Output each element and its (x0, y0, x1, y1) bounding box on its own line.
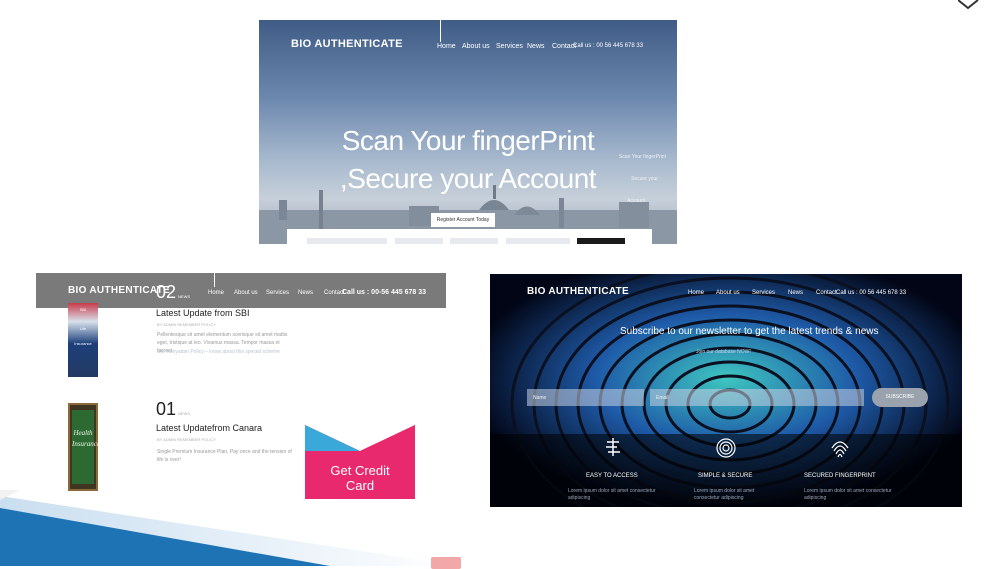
hero-brand[interactable]: BIO AUTHENTICATE (291, 38, 403, 50)
news-contact-phone: Call us : 00-56 445 678 33 (342, 289, 427, 296)
hero-nav-services[interactable]: Services (496, 43, 523, 50)
news-item-title[interactable]: Latest Updatefrom Canara (156, 423, 262, 433)
hero-nav-home[interactable]: Home (437, 43, 456, 50)
slide-number-marker (431, 557, 461, 569)
hero-search-button[interactable] (577, 238, 625, 244)
newsletter-subheading: Join our database NOW! (696, 349, 751, 355)
hero-side-line-3: Account (627, 198, 646, 204)
news-thumb-health-line-1: Health (73, 429, 93, 437)
news-item-title[interactable]: Latest Update from SBI (156, 308, 250, 318)
hero-contact-phone: Call us : 00 56 445 678 33 (573, 43, 644, 49)
news-item-number-value: 01 (156, 399, 177, 419)
feature-text: Lorem ipsum dolor sit amet consectetur a… (694, 488, 755, 501)
news-screenshot: BIO AUTHENTICATE Home About us Services … (36, 273, 446, 503)
newsletter-heading: Subscribe to our newsletter to get the l… (620, 326, 879, 337)
hero-side-line-2: Secure your (631, 176, 658, 182)
newsletter-nav-news[interactable]: News (788, 290, 803, 296)
news-thumb-sbi: SBI Life Insurance (68, 303, 98, 377)
newsletter-name-input-text: Name (533, 395, 547, 401)
corner-arrow-icon (958, 0, 979, 10)
news-item-number: 01 NEWS (156, 399, 190, 420)
news-thumb-health: Health Insurance (68, 403, 100, 491)
news-item-body: Single Premium Insurance Plan, Pay once … (157, 449, 292, 463)
hero-nav-about[interactable]: About us (462, 43, 490, 50)
news-thumb-sbi-line-2: Life (79, 326, 87, 331)
news-nav-about[interactable]: About us (234, 290, 258, 296)
hero-side-line-1: Scan Your fingerPrint (619, 154, 666, 160)
news-item-number-suffix: NEWS (178, 294, 191, 299)
feature-title: SIMPLE & SECURE (698, 473, 753, 479)
slide-ribbon-decoration (0, 490, 460, 566)
newsletter-contact-phone: Call us : 00 56 445 678 33 (836, 290, 907, 296)
hero-title: Scan Your fingerPrint ,Secure your Accou… (339, 125, 597, 194)
news-nav-news[interactable]: News (298, 290, 313, 296)
feature-text: Lorem ipsum dolor sit amet consectetur a… (568, 488, 656, 501)
news-thumb-sbi-line-3: Insurance (74, 341, 92, 346)
fingerprint-secure-icon (716, 438, 736, 458)
secured-fingerprint-icon (831, 441, 849, 458)
newsletter-nav-contact[interactable]: Contact (816, 290, 837, 296)
news-nav-indicator (214, 273, 215, 287)
hero-screenshot: BIO AUTHENTICATE Home About us Services … (259, 20, 677, 244)
hero-search-field-1[interactable] (307, 238, 387, 244)
news-nav-services[interactable]: Services (266, 290, 289, 296)
newsletter-email-input[interactable]: Email (650, 389, 864, 406)
hero-search-field-4[interactable] (506, 238, 570, 244)
feature-title: EASY TO ACCESS (586, 473, 638, 479)
hero-nav-news[interactable]: News (527, 43, 545, 50)
credit-card-promo[interactable]: Get Credit Card (321, 463, 399, 493)
news-item-number-value: 02 (156, 282, 177, 302)
newsletter-subscribe-button[interactable]: SUBSCRIBE (872, 388, 928, 407)
hero-search-field-2[interactable] (395, 238, 443, 244)
hero-search-tab[interactable]: Register Account Today (431, 213, 495, 227)
news-item-link[interactable]: SBI Kanyadan Policy – know about this sp… (157, 349, 307, 356)
feature-title: SECURED FINGERPRINT (804, 473, 876, 479)
news-item-number: 02 NEWS (156, 282, 190, 303)
news-thumb-sbi-line-1: SBI (79, 307, 87, 312)
hero-search-field-3[interactable] (450, 238, 498, 244)
news-item-meta: BY ADMIN REMEMBER POLICY (157, 437, 217, 442)
news-item-number-suffix: NEWS (178, 411, 191, 416)
newsletter-nav-about[interactable]: About us (716, 290, 740, 296)
newsletter-nav-home[interactable]: Home (688, 290, 704, 296)
news-brand[interactable]: BIO AUTHENTICATE (68, 285, 170, 296)
feature-text: Lorem ipsum dolor sit amet consectetur a… (804, 488, 892, 501)
newsletter-screenshot: BIO AUTHENTICATE Home About us Services … (490, 274, 962, 507)
newsletter-name-input[interactable]: Name (527, 389, 644, 406)
news-thumb-health-board: Health Insurance (72, 410, 100, 484)
hero-nav-indicator (440, 20, 441, 42)
easy-access-icon (606, 438, 620, 456)
news-item-meta: BY ADMIN REMEMBER POLICY (157, 322, 217, 327)
newsletter-nav-services[interactable]: Services (752, 290, 775, 296)
newsletter-email-input-text: Email (656, 395, 669, 401)
news-thumb-health-line-2: Insurance (72, 440, 100, 448)
news-nav-home[interactable]: Home (208, 290, 224, 296)
newsletter-brand[interactable]: BIO AUTHENTICATE (527, 286, 629, 297)
